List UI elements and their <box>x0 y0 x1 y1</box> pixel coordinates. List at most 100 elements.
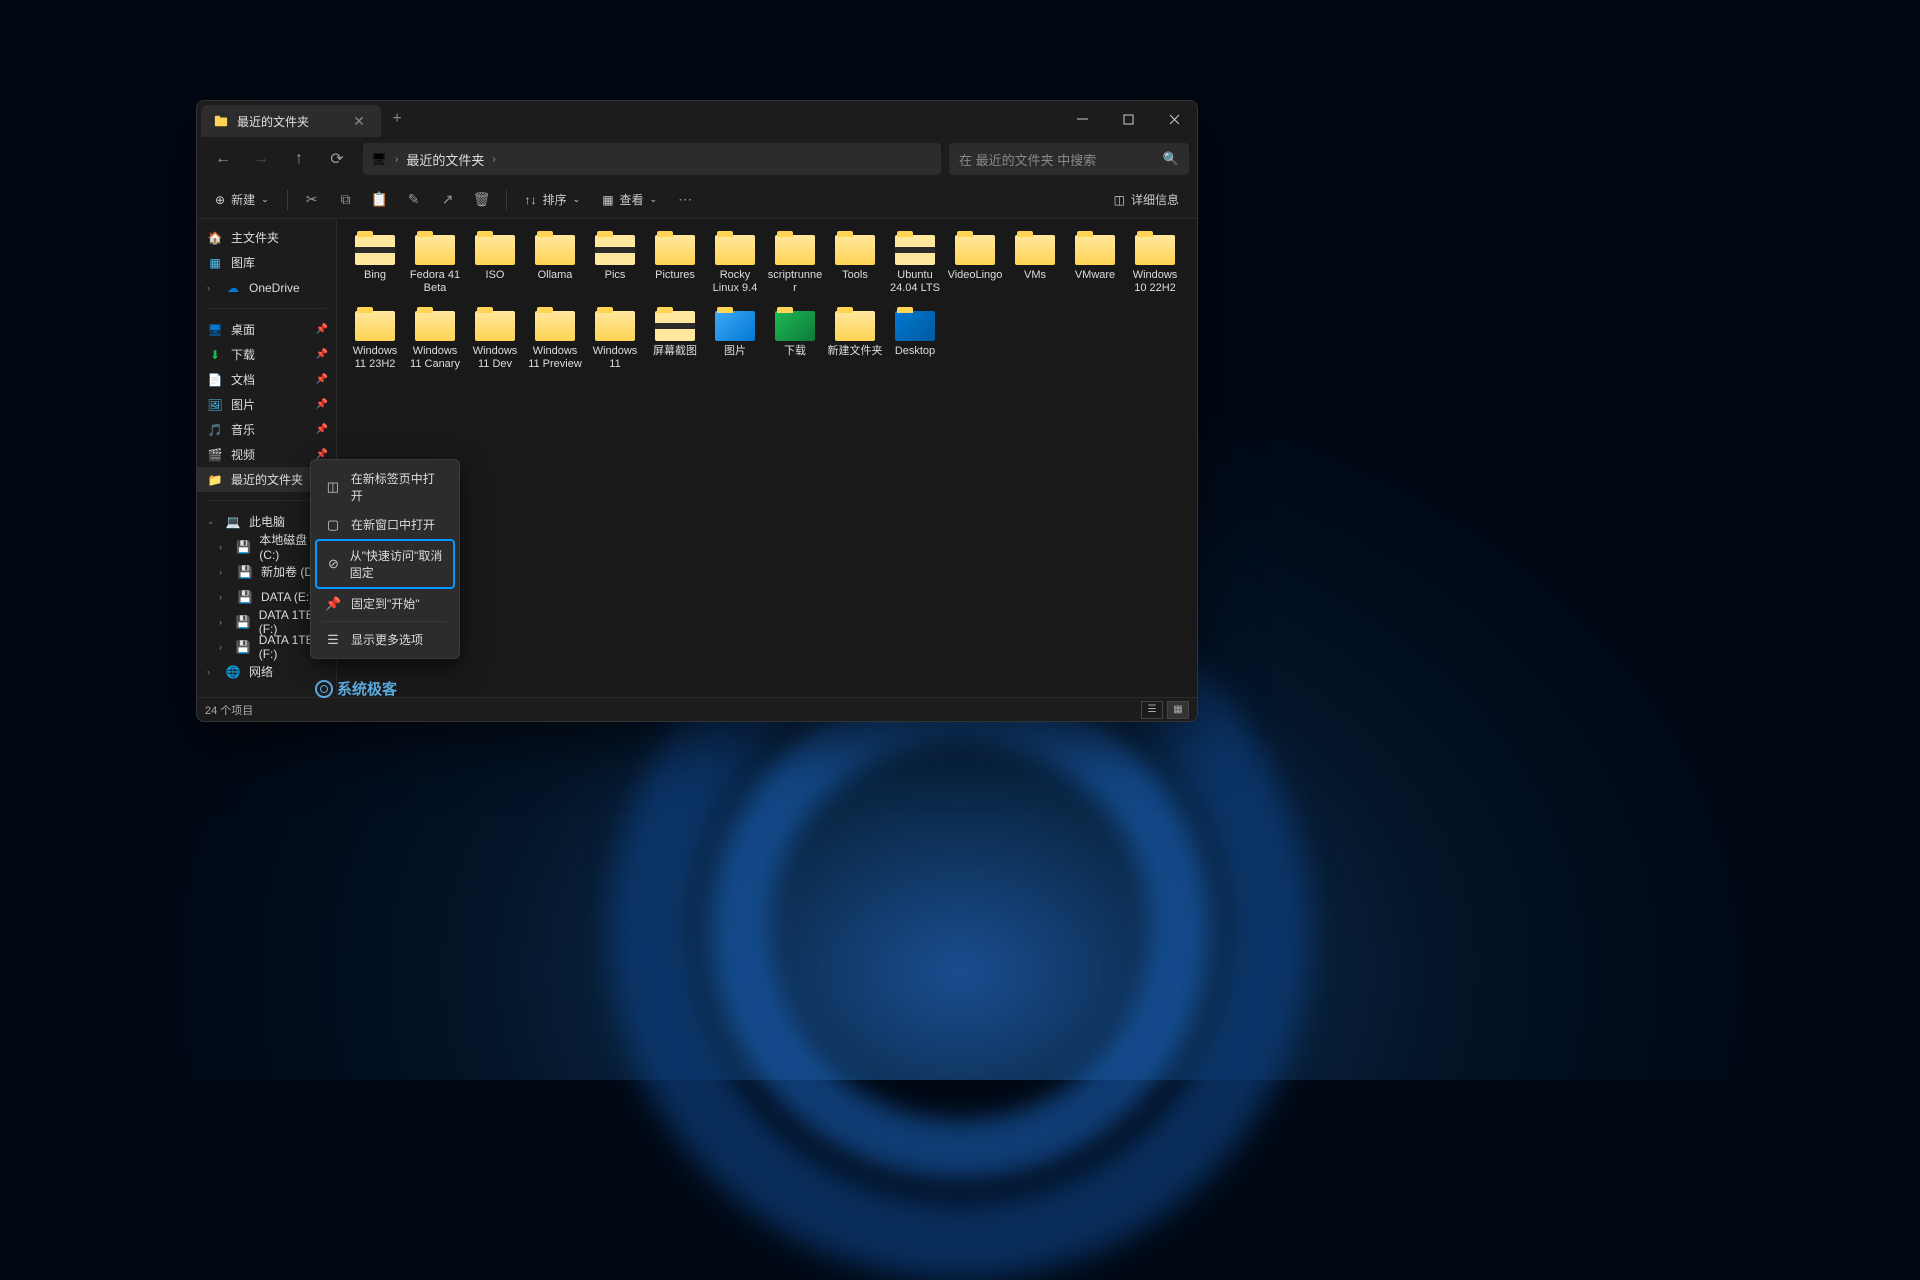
folder-icon <box>475 235 515 265</box>
folder-label: Windows 11 Preview <box>527 345 583 371</box>
folder-item[interactable]: Ollama <box>525 231 585 299</box>
sidebar-item-onedrive[interactable]: › ☁ OneDrive <box>197 275 336 300</box>
folder-item[interactable]: Windows 11 <box>585 307 645 375</box>
unpin-icon: ⊘ <box>327 556 340 572</box>
folder-item[interactable]: VMs <box>1005 231 1065 299</box>
status-bar: 24 个项目 ☰ ▦ <box>197 697 1197 721</box>
tab-close-button[interactable]: ✕ <box>349 113 369 130</box>
drive-icon: 💾 <box>236 539 251 555</box>
sidebar-item-pictures[interactable]: 🖼 图片 📌 <box>197 392 336 417</box>
folder-label: Pics <box>605 269 626 282</box>
grid-view-button[interactable]: ▦ <box>1167 701 1189 719</box>
folder-item[interactable]: VideoLingo <box>945 231 1005 299</box>
folder-label: Windows 10 22H2 <box>1127 269 1183 295</box>
folder-item[interactable]: 下载 <box>765 307 825 375</box>
sidebar-item-home[interactable]: 🏠 主文件夹 <box>197 225 336 250</box>
forward-button[interactable]: → <box>243 143 279 175</box>
back-button[interactable]: ← <box>205 143 241 175</box>
folder-item[interactable]: Ubuntu 24.04 LTS <box>885 231 945 299</box>
onedrive-icon: ☁ <box>225 280 241 296</box>
copy-button[interactable]: ⧉ <box>332 191 360 208</box>
separator <box>323 621 447 622</box>
sort-button[interactable]: ↑↓ 排序 ⌄ <box>517 186 589 214</box>
details-pane-button[interactable]: ◫ 详细信息 <box>1106 186 1187 214</box>
folder-item[interactable]: Windows 10 22H2 <box>1125 231 1185 299</box>
folder-item[interactable]: 图片 <box>705 307 765 375</box>
folder-icon <box>715 311 755 341</box>
sidebar-item-documents[interactable]: 📄 文档 📌 <box>197 367 336 392</box>
breadcrumb-segment[interactable]: 最近的文件夹 <box>406 150 484 169</box>
folder-item[interactable]: Pictures <box>645 231 705 299</box>
folder-label: Pictures <box>655 269 695 282</box>
cut-button[interactable]: ✂ <box>298 191 326 208</box>
folder-item[interactable]: Tools <box>825 231 885 299</box>
computer-icon: 💻 <box>225 514 241 530</box>
paste-button[interactable]: 📋 <box>366 191 394 208</box>
separator <box>207 308 326 309</box>
sidebar-item-network[interactable]: › 🌐 网络 <box>197 659 336 684</box>
context-open-new-window[interactable]: ▢ 在新窗口中打开 <box>315 510 455 539</box>
rename-button[interactable]: ✎ <box>400 191 428 208</box>
pin-icon: 📌 <box>325 596 341 612</box>
folder-icon <box>775 235 815 265</box>
view-button[interactable]: ▦ 查看 ⌄ <box>594 186 665 214</box>
toolbar: ⊕ 新建 ⌄ ✂ ⧉ 📋 ✎ ↗ 🗑 ↑↓ 排序 ⌄ ▦ 查看 ⌄ ⋯ ◫ 详细… <box>197 181 1197 219</box>
context-show-more-options[interactable]: ☰ 显示更多选项 <box>315 625 455 654</box>
breadcrumb[interactable]: 🖥 › 最近的文件夹 › <box>363 143 941 175</box>
folder-icon <box>715 235 755 265</box>
folder-item[interactable]: Desktop <box>885 307 945 375</box>
folder-item[interactable]: Windows 11 23H2 <box>345 307 405 375</box>
context-open-new-tab[interactable]: ◫ 在新标签页中打开 <box>315 464 455 510</box>
folder-label: Bing <box>364 269 386 282</box>
new-button[interactable]: ⊕ 新建 ⌄ <box>207 186 277 214</box>
tab-recent-folders[interactable]: 最近的文件夹 ✕ <box>201 105 381 137</box>
folder-label: ISO <box>486 269 505 282</box>
folder-item[interactable]: Windows 11 Preview <box>525 307 585 375</box>
folder-item[interactable]: Windows 11 Canary <box>405 307 465 375</box>
search-box[interactable]: 在 最近的文件夹 中搜索 🔍 <box>949 143 1189 175</box>
up-button[interactable]: ↑ <box>281 143 317 175</box>
folder-item[interactable]: Pics <box>585 231 645 299</box>
folder-item[interactable]: Windows 11 Dev <box>465 307 525 375</box>
folder-label: VideoLingo <box>948 269 1003 282</box>
folder-item[interactable]: 新建文件夹 <box>825 307 885 375</box>
delete-button[interactable]: 🗑 <box>468 191 496 208</box>
maximize-button[interactable] <box>1105 101 1151 137</box>
more-button[interactable]: ⋯ <box>671 191 699 208</box>
folder-item[interactable]: Rocky Linux 9.4 <box>705 231 765 299</box>
title-bar: 最近的文件夹 ✕ + <box>197 101 1197 137</box>
folder-item[interactable]: Fedora 41 Beta <box>405 231 465 299</box>
folder-item[interactable]: Bing <box>345 231 405 299</box>
chevron-right-icon: › <box>219 567 229 577</box>
sidebar-item-gallery[interactable]: ▦ 图库 <box>197 250 336 275</box>
monitor-icon: 🖥 <box>371 151 387 167</box>
chevron-right-icon: › <box>219 542 228 552</box>
new-tab-button[interactable]: + <box>381 110 413 128</box>
folder-label: Rocky Linux 9.4 <box>707 269 763 295</box>
sidebar-item-downloads[interactable]: ⬇ 下载 📌 <box>197 342 336 367</box>
folder-label: Windows 11 Dev <box>467 345 523 371</box>
context-pin-to-start[interactable]: 📌 固定到"开始" <box>315 589 455 618</box>
refresh-button[interactable]: ⟳ <box>319 143 355 175</box>
content-area[interactable]: Bing Fedora 41 Beta ISO Ollama Pics Pictures R… <box>337 219 1197 697</box>
plus-circle-icon: ⊕ <box>215 193 225 207</box>
chevron-down-icon: ⌄ <box>207 516 217 527</box>
folder-item[interactable]: scriptrunner <box>765 231 825 299</box>
folder-item[interactable]: ISO <box>465 231 525 299</box>
context-unpin-quick-access[interactable]: ⊘ 从"快速访问"取消固定 <box>315 539 455 589</box>
chevron-right-icon: › <box>219 592 229 602</box>
folder-label: Tools <box>842 269 868 282</box>
folder-icon <box>595 311 635 341</box>
folder-icon <box>355 311 395 341</box>
folder-item[interactable]: 屏幕截图 <box>645 307 705 375</box>
list-view-button[interactable]: ☰ <box>1141 701 1163 719</box>
sidebar-item-music[interactable]: 🎵 音乐 📌 <box>197 417 336 442</box>
share-button[interactable]: ↗ <box>434 191 462 208</box>
folder-label: VMs <box>1024 269 1046 282</box>
pin-icon: 📌 <box>316 324 328 335</box>
sidebar-item-desktop[interactable]: 🖥 桌面 📌 <box>197 317 336 342</box>
folder-item[interactable]: VMware <box>1065 231 1125 299</box>
minimize-button[interactable] <box>1059 101 1105 137</box>
close-button[interactable] <box>1151 101 1197 137</box>
chevron-down-icon: ⌄ <box>573 194 581 205</box>
